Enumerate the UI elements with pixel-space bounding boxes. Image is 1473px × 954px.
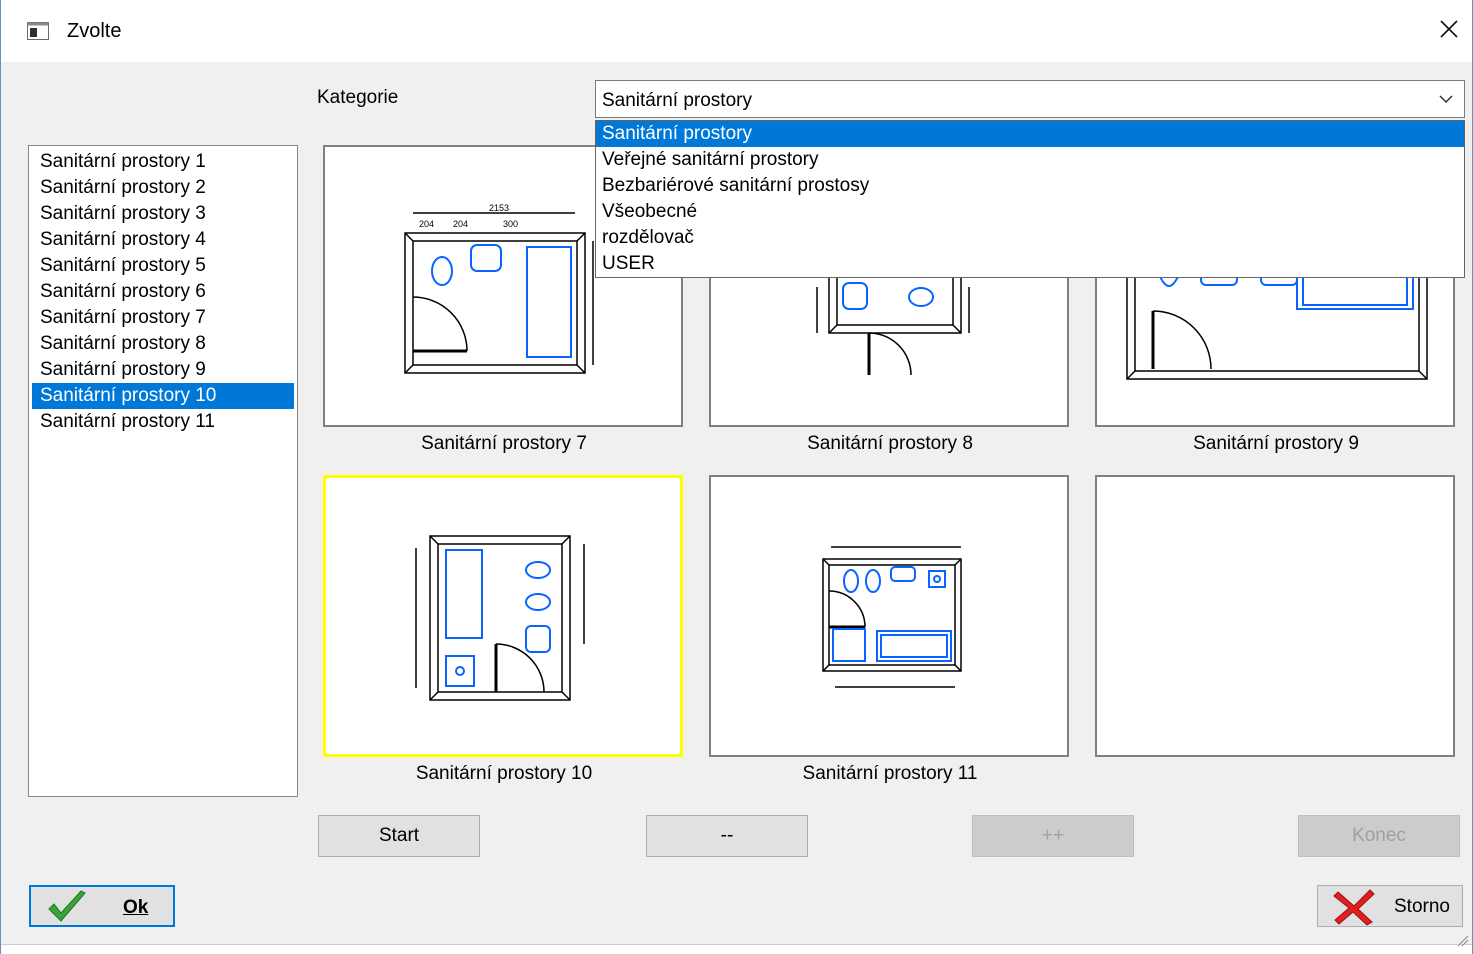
dropdown-option[interactable]: USER (596, 251, 1464, 277)
dropdown-option[interactable]: Veřejné sanitární prostory (596, 147, 1464, 173)
cancel-button[interactable]: Storno (1317, 885, 1463, 927)
list-item-selected[interactable]: Sanitární prostory 10 (32, 383, 294, 409)
dropdown-option[interactable]: rozdělovač (596, 225, 1464, 251)
list-item[interactable]: Sanitární prostory 6 (32, 279, 294, 305)
preview-caption: Sanitární prostory 9 (1193, 433, 1359, 454)
svg-text:204: 204 (419, 219, 434, 229)
close-button[interactable] (1426, 6, 1472, 52)
chevron-down-icon (1439, 94, 1453, 103)
bottom-strip (1, 944, 1472, 954)
floorplan-drawing (822, 546, 962, 688)
preview-caption: Sanitární prostory 11 (802, 763, 978, 784)
list-item[interactable]: Sanitární prostory 2 (32, 175, 294, 201)
list-item[interactable]: Sanitární prostory 1 (32, 149, 294, 175)
preview-caption: Sanitární prostory 8 (807, 433, 973, 454)
list-item[interactable]: Sanitární prostory 5 (32, 253, 294, 279)
preview-cell-selected[interactable]: Sanitární prostory 10 (317, 475, 691, 805)
nav-end-button[interactable]: Konec (1298, 815, 1460, 857)
preview-caption: Sanitární prostory 10 (415, 763, 593, 784)
dropdown-option[interactable]: Všeobecné (596, 199, 1464, 225)
svg-text:300: 300 (503, 219, 518, 229)
combo-dropdown-button[interactable] (1428, 81, 1464, 117)
dropdown-option[interactable]: Bezbariérové sanitární prostosy (596, 173, 1464, 199)
nav-prev-button[interactable]: -- (646, 815, 808, 857)
ok-button[interactable]: Ok (29, 885, 175, 927)
nav-start-button[interactable]: Start (318, 815, 480, 857)
preview-thumbnail[interactable] (709, 475, 1069, 757)
list-item[interactable]: Sanitární prostory 8 (32, 331, 294, 357)
category-combobox[interactable]: Sanitární prostory (595, 80, 1465, 118)
red-x-icon (1333, 889, 1375, 926)
list-item[interactable]: Sanitární prostory 9 (32, 357, 294, 383)
preview-thumbnail-selected[interactable] (323, 475, 683, 757)
list-item[interactable]: Sanitární prostory 4 (32, 227, 294, 253)
list-item[interactable]: Sanitární prostory 3 (32, 201, 294, 227)
resize-grip-icon[interactable] (1456, 934, 1470, 948)
title-bar: Zvolte (1, 0, 1472, 62)
ok-label: Ok (123, 897, 149, 918)
dialog-window: Zvolte Kategorie Sanitární prostory Sani… (0, 0, 1473, 954)
nav-next-button[interactable]: ++ (972, 815, 1134, 857)
preview-cell[interactable]: Sanitární prostory 11 (703, 475, 1077, 805)
preview-cell-empty[interactable] (1089, 475, 1463, 805)
svg-text:2153: 2153 (489, 203, 509, 213)
category-dropdown-list: Sanitární prostory Veřejné sanitární pro… (595, 120, 1465, 278)
floorplan-drawing (415, 535, 585, 701)
cancel-label: Storno (1394, 896, 1450, 917)
item-listbox[interactable]: Sanitární prostory 1 Sanitární prostory … (28, 145, 298, 797)
app-window-icon (27, 22, 49, 40)
category-selected-value: Sanitární prostory (602, 90, 752, 111)
close-icon (1440, 20, 1458, 38)
preview-thumbnail-empty[interactable] (1095, 475, 1455, 757)
list-item[interactable]: Sanitární prostory 11 (32, 409, 294, 435)
preview-caption: Sanitární prostory 7 (421, 433, 587, 454)
category-label: Kategorie (317, 87, 399, 108)
checkmark-icon (48, 890, 86, 922)
list-item[interactable]: Sanitární prostory 7 (32, 305, 294, 331)
window-title: Zvolte (67, 20, 122, 42)
dropdown-option[interactable]: Sanitární prostory (596, 121, 1464, 147)
svg-text:204: 204 (453, 219, 468, 229)
